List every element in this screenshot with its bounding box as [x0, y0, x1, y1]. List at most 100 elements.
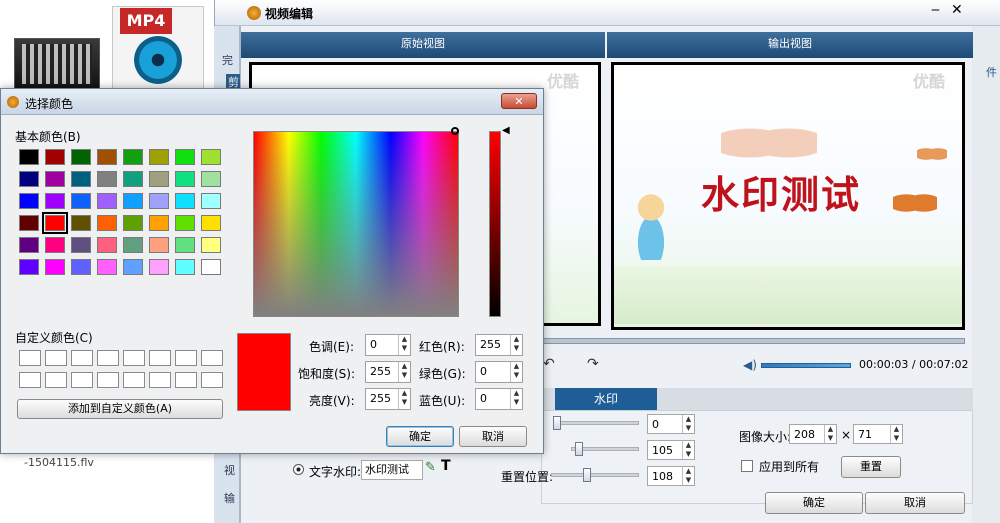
- basic-color-swatch[interactable]: [97, 149, 117, 165]
- basic-color-swatch[interactable]: [19, 193, 39, 209]
- basic-color-swatch[interactable]: [201, 171, 221, 187]
- spin-arrows-icon[interactable]: ▲ ▼: [682, 415, 694, 433]
- luminance-input[interactable]: 255 ▲ ▼: [365, 388, 411, 410]
- basic-color-swatch[interactable]: [19, 215, 39, 231]
- custom-color-swatch[interactable]: [201, 372, 223, 388]
- redo-icon[interactable]: ↷: [587, 356, 599, 372]
- watermark-preview-text[interactable]: 水印测试: [701, 164, 861, 219]
- basic-color-swatch[interactable]: [123, 193, 143, 209]
- pen-icon[interactable]: ✎: [425, 460, 436, 475]
- slider-2-value[interactable]: 105 ▲ ▼: [647, 440, 695, 460]
- add-custom-color-button[interactable]: 添加到自定义颜色(A): [17, 399, 223, 419]
- spin-arrows-icon[interactable]: ▲ ▼: [682, 441, 694, 459]
- text-format-icon[interactable]: T: [441, 458, 451, 474]
- basic-color-swatch[interactable]: [123, 259, 143, 275]
- basic-color-swatch[interactable]: [123, 171, 143, 187]
- custom-color-swatch[interactable]: [19, 372, 41, 388]
- custom-color-swatch[interactable]: [45, 350, 67, 366]
- basic-color-swatch[interactable]: [71, 171, 91, 187]
- basic-color-swatch[interactable]: [201, 259, 221, 275]
- image-width-input[interactable]: 208 ▲ ▼: [789, 424, 837, 444]
- undo-icon[interactable]: ↶: [543, 356, 555, 372]
- color-spectrum[interactable]: [253, 131, 459, 317]
- blue-input[interactable]: 0 ▲ ▼: [475, 388, 523, 410]
- custom-color-swatch[interactable]: [149, 372, 171, 388]
- basic-color-swatch[interactable]: [97, 259, 117, 275]
- basic-color-swatch[interactable]: [45, 237, 65, 253]
- custom-color-swatch[interactable]: [97, 350, 119, 366]
- basic-color-swatch[interactable]: [175, 149, 195, 165]
- basic-color-swatch[interactable]: [45, 149, 65, 165]
- spin-arrows-icon[interactable]: ▲ ▼: [890, 425, 902, 443]
- hue-input[interactable]: 0 ▲ ▼: [365, 334, 411, 356]
- text-watermark-radio[interactable]: [293, 464, 304, 475]
- basic-color-swatch[interactable]: [201, 193, 221, 209]
- basic-color-swatch[interactable]: [175, 193, 195, 209]
- editor-ok-button[interactable]: 确定: [765, 492, 863, 514]
- dialog-cancel-button[interactable]: 取消: [459, 426, 527, 447]
- slider-2-thumb[interactable]: [575, 442, 583, 456]
- basic-color-swatch[interactable]: [97, 193, 117, 209]
- luminance-bar[interactable]: [489, 131, 501, 317]
- slider-1-value[interactable]: 0 ▲ ▼: [647, 414, 695, 434]
- spin-arrows-icon[interactable]: ▲ ▼: [682, 467, 694, 485]
- custom-color-swatch[interactable]: [175, 350, 197, 366]
- basic-color-swatch[interactable]: [175, 215, 195, 231]
- basic-color-swatch[interactable]: [175, 237, 195, 253]
- basic-color-swatch[interactable]: [201, 215, 221, 231]
- custom-color-swatch[interactable]: [97, 372, 119, 388]
- text-watermark-input[interactable]: 水印测试: [361, 460, 423, 480]
- spin-arrows-icon[interactable]: ▲ ▼: [398, 389, 410, 409]
- spin-arrows-icon[interactable]: ▲ ▼: [398, 362, 410, 382]
- custom-color-swatch[interactable]: [149, 350, 171, 366]
- custom-color-swatch[interactable]: [123, 372, 145, 388]
- basic-color-swatch[interactable]: [149, 215, 169, 231]
- basic-color-swatch[interactable]: [149, 193, 169, 209]
- slider-3-thumb[interactable]: [583, 468, 591, 482]
- saturation-input[interactable]: 255 ▲ ▼: [365, 361, 411, 383]
- basic-color-swatch[interactable]: [123, 149, 143, 165]
- custom-color-swatch[interactable]: [201, 350, 223, 366]
- basic-color-swatch[interactable]: [97, 171, 117, 187]
- basic-color-swatch[interactable]: [71, 149, 91, 165]
- basic-color-swatch[interactable]: [19, 149, 39, 165]
- spin-arrows-icon[interactable]: ▲ ▼: [398, 335, 410, 355]
- editor-cancel-button[interactable]: 取消: [865, 492, 965, 514]
- spin-arrows-icon[interactable]: ▲ ▼: [510, 389, 522, 409]
- spin-arrows-icon[interactable]: ▲ ▼: [510, 362, 522, 382]
- custom-color-swatch[interactable]: [71, 350, 93, 366]
- spin-arrows-icon[interactable]: ▲ ▼: [824, 425, 836, 443]
- basic-color-swatch[interactable]: [149, 259, 169, 275]
- basic-color-swatch[interactable]: [19, 171, 39, 187]
- slider-1-thumb[interactable]: [553, 416, 561, 430]
- slider-3-value[interactable]: 108 ▲ ▼: [647, 466, 695, 486]
- basic-color-swatch[interactable]: [201, 237, 221, 253]
- apply-all-checkbox[interactable]: [741, 460, 753, 472]
- dialog-ok-button[interactable]: 确定: [386, 426, 454, 447]
- custom-color-swatch[interactable]: [45, 372, 67, 388]
- basic-color-swatch[interactable]: [71, 215, 91, 231]
- basic-color-swatch[interactable]: [149, 237, 169, 253]
- basic-color-swatch[interactable]: [123, 237, 143, 253]
- basic-color-swatch[interactable]: [175, 171, 195, 187]
- image-height-input[interactable]: 71 ▲ ▼: [853, 424, 903, 444]
- green-input[interactable]: 0 ▲ ▼: [475, 361, 523, 383]
- basic-color-swatch[interactable]: [71, 259, 91, 275]
- minimize-icon[interactable]: ‒: [931, 2, 940, 18]
- basic-color-swatch[interactable]: [123, 215, 143, 231]
- slider-3-track[interactable]: [551, 473, 639, 477]
- basic-color-swatch[interactable]: [45, 259, 65, 275]
- playback-progress[interactable]: [541, 338, 965, 344]
- basic-color-swatch[interactable]: [201, 149, 221, 165]
- basic-color-swatch[interactable]: [149, 171, 169, 187]
- basic-color-swatch[interactable]: [45, 193, 65, 209]
- basic-color-swatch[interactable]: [19, 237, 39, 253]
- basic-color-swatch[interactable]: [97, 237, 117, 253]
- volume-slider[interactable]: [761, 363, 851, 368]
- red-input[interactable]: 255 ▲ ▼: [475, 334, 523, 356]
- basic-color-swatch[interactable]: [175, 259, 195, 275]
- spin-arrows-icon[interactable]: ▲ ▼: [510, 335, 522, 355]
- basic-color-swatch[interactable]: [19, 259, 39, 275]
- custom-color-swatch[interactable]: [123, 350, 145, 366]
- custom-color-swatch[interactable]: [71, 372, 93, 388]
